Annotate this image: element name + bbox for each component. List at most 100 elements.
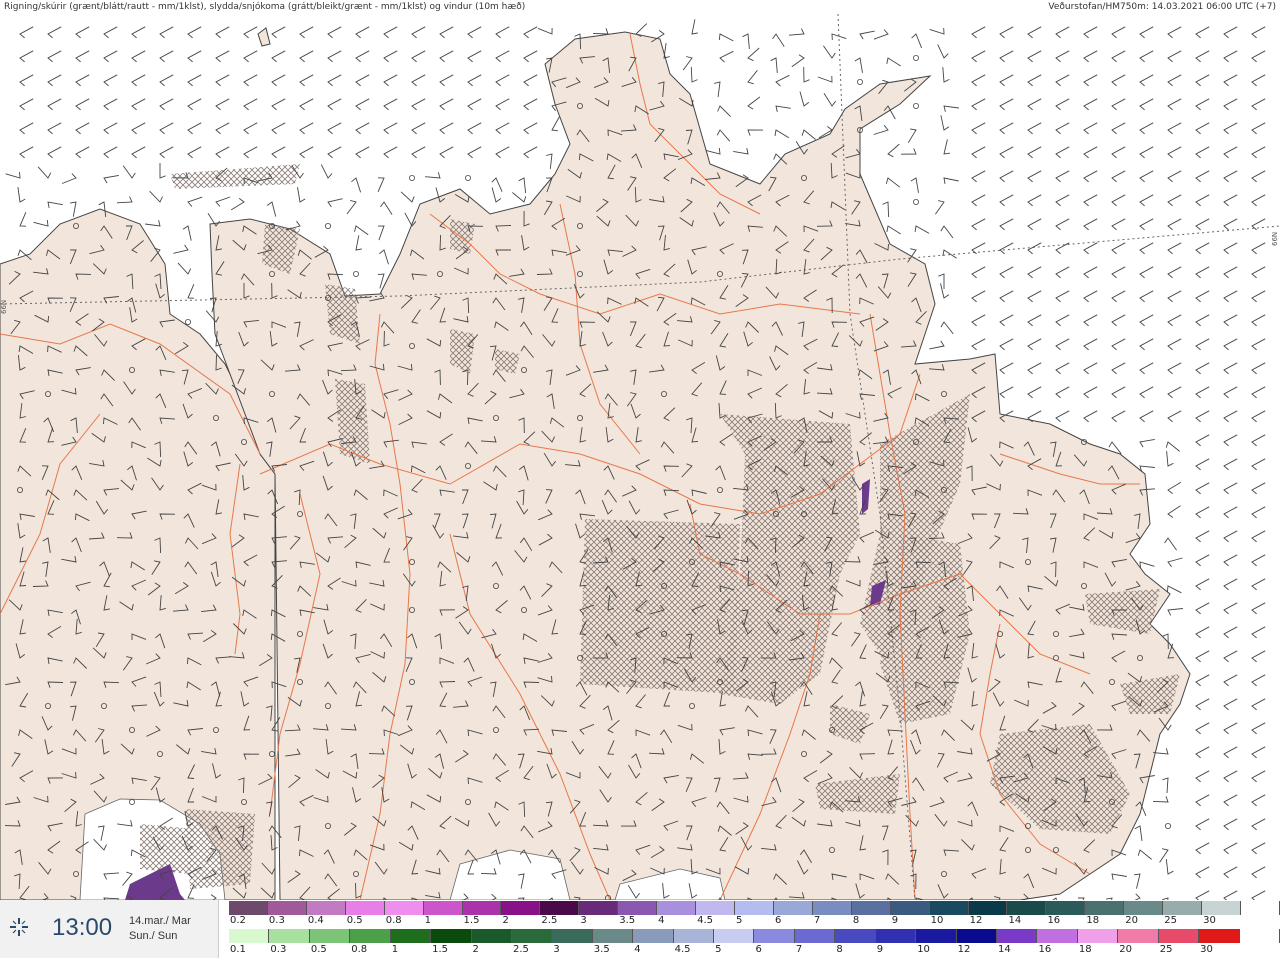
forecast-date: 14.mar./ Mar xyxy=(129,915,191,927)
snow-scale-label: 0.4 xyxy=(307,915,324,926)
snow-scale-label: 20 xyxy=(1125,915,1139,926)
snow-color-scale xyxy=(229,901,1280,915)
rain-scale-label: 5 xyxy=(715,944,722,955)
rain-scale-cell xyxy=(229,929,270,943)
rain-scale-cell xyxy=(269,929,310,943)
rain-scale-label: 4.5 xyxy=(674,944,691,955)
rain-scale-label: 3 xyxy=(553,944,560,955)
rain-scale-cell xyxy=(592,929,634,943)
legend-footer: 13:00 14.mar./ Mar Sun./ Sun 0.2 0.3 0.4 0.… xyxy=(0,900,1280,958)
snow-scale-cell xyxy=(462,901,502,915)
snow-scale-label: 8 xyxy=(852,915,860,926)
snow-scale-cell xyxy=(579,901,619,915)
snow-scale-label: 0.3 xyxy=(268,915,285,926)
forecast-day: Sun./ Sun xyxy=(129,930,178,942)
rain-scale-label: 2 xyxy=(472,944,479,955)
rain-scale-label: 1.5 xyxy=(432,944,449,955)
snow-scale-cell xyxy=(734,901,774,915)
rain-scale-label: 6 xyxy=(755,944,762,955)
snow-scale-cell xyxy=(229,901,268,915)
rain-scale-cell xyxy=(309,929,351,943)
snow-scale-cell xyxy=(345,901,385,915)
rain-scale-cell xyxy=(471,929,512,943)
rain-scale-cell xyxy=(431,929,472,943)
rain-scale-cell xyxy=(916,929,957,943)
rain-scale-cell xyxy=(754,929,795,943)
rain-scale-cell xyxy=(633,929,674,943)
clock-target-icon[interactable] xyxy=(8,916,30,938)
rain-scale-cell xyxy=(511,929,553,943)
snow-scale-cell xyxy=(657,901,697,915)
rain-scale-cell xyxy=(835,929,876,943)
rain-scale-cell xyxy=(875,929,917,943)
rain-scale-label: 12 xyxy=(957,944,971,955)
snow-scale-cell xyxy=(384,901,424,915)
rain-scale-label: 0.1 xyxy=(230,944,246,955)
rain-scale-cell xyxy=(1118,929,1159,943)
snow-scale-label: 30 xyxy=(1203,915,1216,926)
snow-scale-label: 4.5 xyxy=(697,915,714,926)
rain-scale-cell xyxy=(673,929,715,943)
snow-scale-label: 1.5 xyxy=(463,915,480,926)
rain-scale-label: 0.5 xyxy=(310,944,327,955)
snow-scale-label: 3.5 xyxy=(619,915,636,926)
rain-scale-cell xyxy=(956,929,998,943)
snow-scale-cell xyxy=(1240,901,1280,915)
rain-scale-label: 30 xyxy=(1200,944,1213,955)
rain-scale-cell xyxy=(714,929,755,943)
snow-scale-cell xyxy=(423,901,463,915)
snow-scale-cell xyxy=(890,901,930,915)
rain-scale-label: 1 xyxy=(391,944,399,955)
rain-scale-labels: 0.1 0.3 0.5 0.8 1 1.5 2 2.5 3 3.5 4 4.5 5 6 7 8 9 10 12 14 1… xyxy=(229,944,1280,956)
snow-scale-label: 3 xyxy=(580,915,587,926)
snow-scale-cell xyxy=(540,901,580,915)
rain-scale-label: 18 xyxy=(1078,944,1092,955)
snow-scale-label: 5 xyxy=(736,915,743,926)
snow-scale-label: 14 xyxy=(1008,915,1022,926)
snow-scale-labels: 0.2 0.3 0.4 0.5 0.8 1 1.5 2 2.5 3 3.5 4 4.5 5 6 7 8 9 10 12… xyxy=(229,915,1280,927)
weather-map[interactable]: 66N 66N xyxy=(0,14,1280,900)
snow-scale-cell xyxy=(929,901,969,915)
snow-scale-cell xyxy=(306,901,346,915)
snow-scale-label: 4 xyxy=(658,915,665,926)
rain-scale-label: 0.8 xyxy=(351,944,368,955)
latitude-label-left: 66N xyxy=(0,300,8,314)
rain-scale-label: 8 xyxy=(836,944,843,955)
rain-scale-label: 9 xyxy=(876,944,884,955)
rain-scale-cell xyxy=(794,929,836,943)
rain-scale-cell xyxy=(997,929,1038,943)
rain-scale-cell xyxy=(1239,929,1280,943)
time-panel[interactable]: 13:00 14.mar./ Mar Sun./ Sun xyxy=(0,900,219,958)
snow-scale-label: 18 xyxy=(1086,915,1100,926)
map-title: Rigning/skúrir (grænt/blátt/rautt - mm/1… xyxy=(4,2,526,12)
rain-scale-label: 4 xyxy=(634,944,641,955)
rain-scale-cell xyxy=(1077,929,1119,943)
rain-scale-cell xyxy=(1037,929,1078,943)
snow-scale-cell xyxy=(1085,901,1125,915)
snow-scale-cell xyxy=(851,901,891,915)
snow-scale-cell xyxy=(1007,901,1047,915)
snow-scale-label: 0.2 xyxy=(230,915,246,926)
snow-scale-label: 2.5 xyxy=(541,915,558,926)
snow-scale-label: 0.5 xyxy=(346,915,363,926)
rain-scale-label: 25 xyxy=(1159,944,1173,955)
model-run-label: Veðurstofan/HM750m: 14.03.2021 06:00 UTC… xyxy=(1048,2,1276,12)
snow-scale-label: 16 xyxy=(1047,915,1061,926)
snow-scale-cell xyxy=(696,901,735,915)
rain-scale-label: 3.5 xyxy=(593,944,610,955)
snow-scale-cell xyxy=(618,901,658,915)
header-bar: Rigning/skúrir (grænt/blátt/rautt - mm/1… xyxy=(0,0,1280,14)
rain-scale-label: 0.3 xyxy=(270,944,287,955)
snow-scale-label: 12 xyxy=(969,915,983,926)
snow-scale-label: 1 xyxy=(424,915,431,926)
snow-scale-label: 10 xyxy=(930,915,944,926)
snow-scale-label: 9 xyxy=(891,915,899,926)
forecast-time: 13:00 xyxy=(52,914,113,941)
snow-scale-cell xyxy=(812,901,852,915)
rain-scale-cell xyxy=(1158,929,1200,943)
snow-scale-cell xyxy=(1124,901,1164,915)
rain-color-scale xyxy=(229,929,1280,943)
snow-scale-cell xyxy=(1202,901,1241,915)
rain-scale-cell xyxy=(350,929,391,943)
rain-scale-label: 7 xyxy=(795,944,803,955)
